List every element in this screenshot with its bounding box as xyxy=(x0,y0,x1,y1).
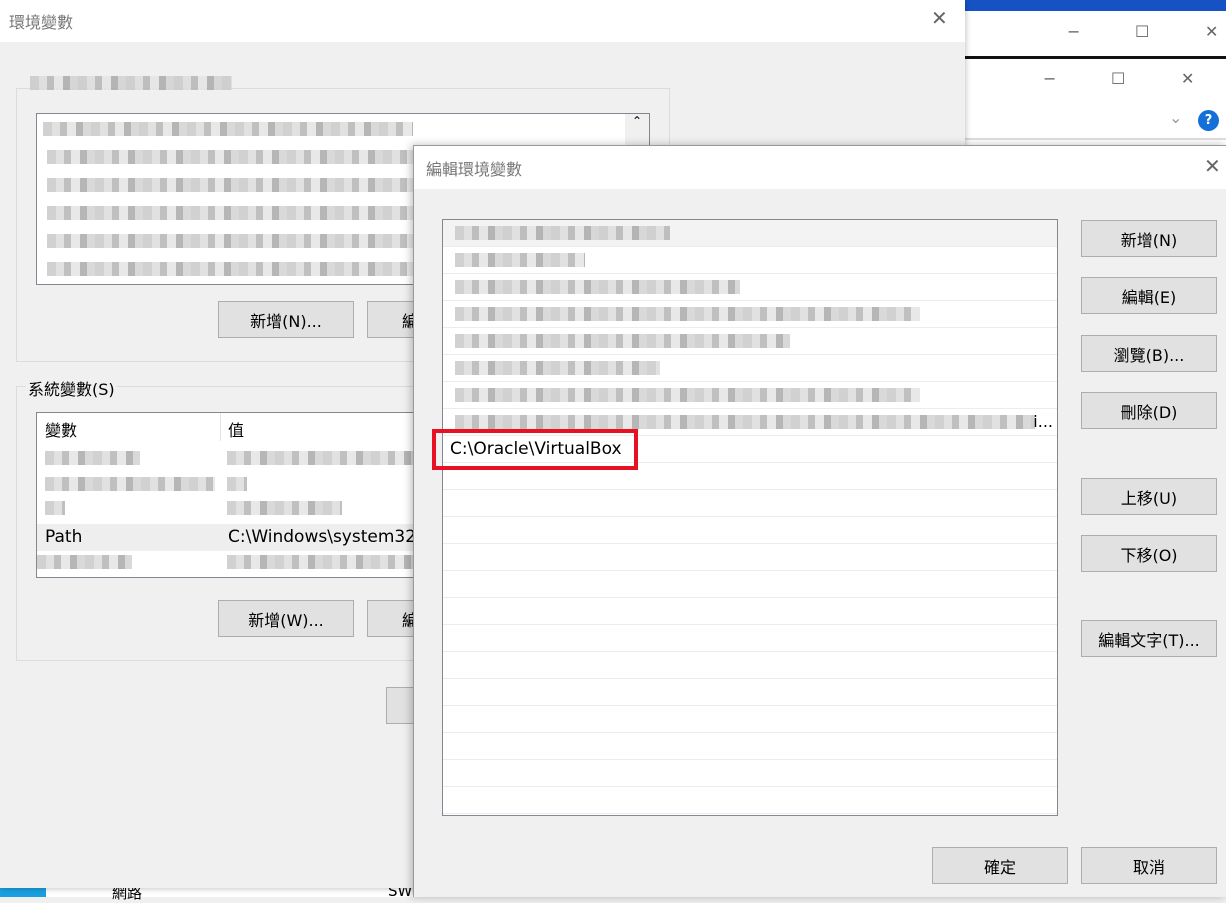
dialog-title: 環境變數 xyxy=(9,13,74,32)
cancel-button[interactable]: 取消 xyxy=(1081,847,1217,884)
list-item[interactable] xyxy=(443,220,1057,247)
system-vars-label: 系統變數(S) xyxy=(26,376,117,400)
highlight-box xyxy=(432,429,638,470)
variable-name: Path xyxy=(45,527,83,547)
list-item[interactable] xyxy=(443,490,1057,517)
edit-environment-variable-dialog: 編輯環境變數 ✕ i... C:\Oracle\VirtualBox 新增(N) … xyxy=(413,145,1226,897)
dialog-title: 編輯環境變數 xyxy=(426,160,523,179)
list-item[interactable] xyxy=(443,760,1057,787)
browse-button[interactable]: 瀏覽(B)... xyxy=(1081,335,1217,372)
column-header-variable[interactable]: 變數 xyxy=(45,417,77,441)
list-item[interactable] xyxy=(443,355,1057,382)
title-bar: 編輯環境變數 ✕ xyxy=(414,146,1226,189)
minimize-button[interactable]: − xyxy=(1067,22,1080,41)
blurred-entry xyxy=(455,334,790,348)
list-item[interactable] xyxy=(443,652,1057,679)
close-button[interactable]: ✕ xyxy=(1205,22,1218,41)
column-header-value[interactable]: 值 xyxy=(228,417,244,441)
delete-button[interactable]: 刪除(D) xyxy=(1081,392,1217,429)
user-vars-label xyxy=(30,76,232,90)
maximize-button[interactable]: ☐ xyxy=(1135,22,1149,41)
list-item[interactable] xyxy=(443,787,1057,814)
divider xyxy=(965,56,1226,59)
list-item[interactable] xyxy=(443,328,1057,355)
edit-text-button[interactable]: 編輯文字(T)... xyxy=(1081,620,1217,657)
list-item[interactable] xyxy=(443,625,1057,652)
list-item[interactable] xyxy=(443,571,1057,598)
blurred-entry xyxy=(455,415,1035,429)
list-item[interactable] xyxy=(443,598,1057,625)
move-up-button[interactable]: 上移(U) xyxy=(1081,478,1217,515)
truncation: i... xyxy=(1033,412,1053,431)
start-area[interactable] xyxy=(0,888,46,897)
blurred-entry xyxy=(455,253,585,267)
list-item[interactable] xyxy=(443,544,1057,571)
edit-button[interactable]: 編輯(E) xyxy=(1081,277,1217,314)
list-item[interactable] xyxy=(443,679,1057,706)
blurred-entry xyxy=(455,307,920,321)
blurred-entry xyxy=(455,280,740,294)
blurred-entry xyxy=(455,361,660,375)
list-item[interactable] xyxy=(443,274,1057,301)
chevron-down-icon[interactable]: ⌄ xyxy=(1169,108,1182,127)
list-item[interactable] xyxy=(443,517,1057,544)
list-item[interactable] xyxy=(443,706,1057,733)
minimize-button[interactable]: − xyxy=(1043,69,1056,88)
new-button[interactable]: 新增(N) xyxy=(1081,220,1217,257)
list-item[interactable] xyxy=(443,733,1057,760)
path-entries-list[interactable]: i... C:\Oracle\VirtualBox xyxy=(442,219,1058,816)
list-item[interactable] xyxy=(443,247,1057,274)
blurred-entry xyxy=(455,388,920,402)
blurred-entry xyxy=(455,226,670,240)
close-icon[interactable]: ✕ xyxy=(931,6,948,30)
list-item[interactable] xyxy=(443,382,1057,409)
taskbar-strip xyxy=(965,0,1226,11)
divider xyxy=(965,138,1226,140)
list-item[interactable] xyxy=(443,301,1057,328)
help-icon[interactable]: ? xyxy=(1198,110,1219,131)
close-icon[interactable]: ✕ xyxy=(1204,154,1221,178)
user-new-button[interactable]: 新增(N)... xyxy=(218,301,354,338)
ok-button[interactable]: 確定 xyxy=(932,847,1068,884)
maximize-button[interactable]: ☐ xyxy=(1111,69,1125,88)
close-button[interactable]: ✕ xyxy=(1181,69,1194,88)
taskbar: 網路 SW xyxy=(0,882,413,902)
system-new-button[interactable]: 新增(W)... xyxy=(218,600,354,637)
title-bar: 環境變數 ✕ xyxy=(0,0,965,42)
variable-value: C:\Windows\system32 xyxy=(228,527,417,547)
move-down-button[interactable]: 下移(O) xyxy=(1081,535,1217,572)
